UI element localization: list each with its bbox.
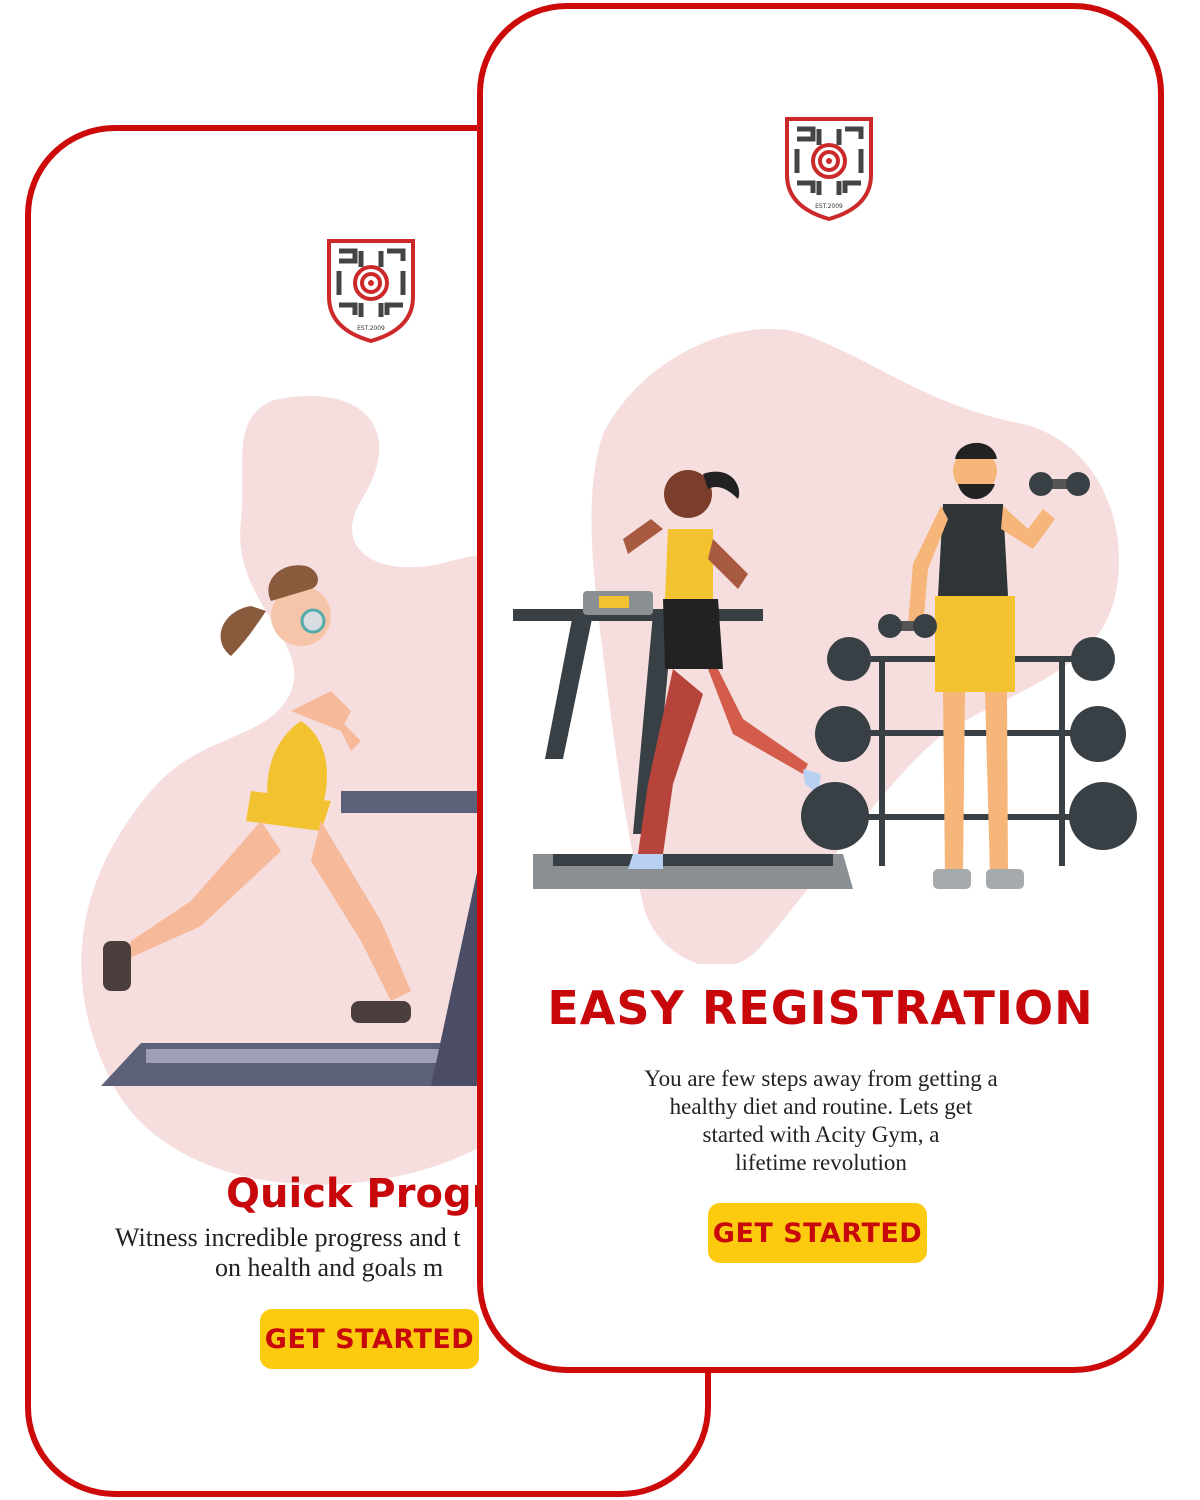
gym-shield-logo-icon: EST.2009 <box>325 237 417 345</box>
screen-description: You are few steps away from getting a he… <box>621 1065 1021 1177</box>
gym-shield-logo-icon: EST.2009 <box>783 115 875 223</box>
treadmill-and-dumbbell-man-illustration <box>503 314 1143 964</box>
get-started-button[interactable]: GET STARTED <box>260 1309 479 1369</box>
screen-title: Quick Progre <box>226 1171 519 1217</box>
screen-title: EASY REGISTRATION <box>547 981 1094 1035</box>
description-line: You are few steps away from getting a <box>644 1066 998 1091</box>
logo-est-text: EST.2009 <box>815 203 843 210</box>
description-line: healthy diet and routine. Lets get <box>669 1094 973 1119</box>
description-line: lifetime revolution <box>735 1150 907 1175</box>
description-line: started with Acity Gym, a <box>702 1122 940 1147</box>
onboarding-screen-easy-registration: EST.2009 EASY REGISTRATION You are few s… <box>477 3 1164 1373</box>
get-started-button[interactable]: GET STARTED <box>708 1203 927 1263</box>
logo-est-text: EST.2009 <box>357 325 385 332</box>
